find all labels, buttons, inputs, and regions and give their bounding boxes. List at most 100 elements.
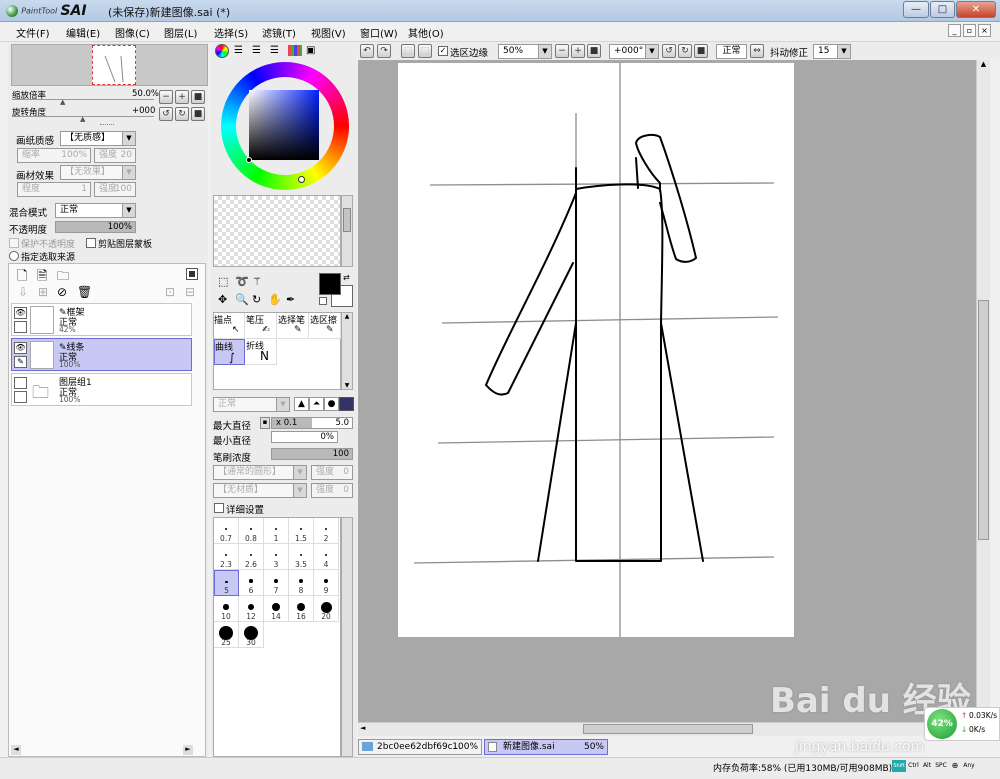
menu-edit[interactable]: 编辑(E) — [66, 25, 100, 40]
canvas-rotate-reset-icon[interactable]: ■ — [694, 44, 708, 58]
brush-size-cell[interactable]: 0.8 — [239, 518, 264, 544]
opacity-slider[interactable]: 100% — [55, 221, 136, 233]
color-scratchpad[interactable] — [213, 195, 341, 267]
apply-mask-icon[interactable]: ⊟ — [185, 285, 195, 299]
brush-size-cell[interactable]: 6 — [239, 570, 264, 596]
scratchpad-icon[interactable]: ▣ — [306, 45, 315, 56]
brush-size-cell[interactable]: 8 — [289, 570, 314, 596]
mixer-icon[interactable]: ☰ — [270, 45, 279, 56]
scroll-up-arrow[interactable]: ▲ — [977, 60, 990, 68]
brush-shape-dropdown[interactable]: 【通常的圆形】 ▼ — [213, 465, 307, 480]
rotate-tool-icon[interactable]: ↻ — [252, 293, 261, 306]
mdi-close-button[interactable]: × — [978, 24, 991, 37]
brush-size-cell[interactable]: 16 — [289, 596, 314, 622]
deselect-icon[interactable]: ⬚ — [401, 44, 415, 58]
clear-layer-icon[interactable]: ⊘ — [57, 285, 67, 299]
canvas-rotate-left-icon[interactable]: ↺ — [662, 44, 676, 58]
brush-size-cell[interactable]: 14 — [264, 596, 289, 622]
zoom-slider[interactable] — [12, 99, 154, 100]
zoom-in-icon[interactable]: + — [175, 90, 189, 104]
scratchpad-scrollbar[interactable] — [341, 195, 353, 267]
brush-size-cell[interactable]: 3.5 — [289, 544, 314, 570]
layer-panel-menu-icon[interactable] — [186, 268, 198, 280]
tool-curve[interactable]: 曲线 ∫ — [214, 339, 245, 365]
brush-size-cell[interactable]: 0.7 — [214, 518, 239, 544]
rotate-left-icon[interactable]: ↺ — [159, 107, 173, 121]
hue-ring[interactable] — [221, 62, 349, 190]
eye-icon[interactable]: 👁 — [14, 342, 27, 354]
magic-wand-icon[interactable]: ⚚ — [252, 275, 262, 288]
menu-file[interactable]: 文件(F) — [16, 25, 50, 40]
rgb-slider-icon[interactable]: ☰ — [234, 45, 243, 56]
invert-selection-icon[interactable]: ⬚ — [418, 44, 432, 58]
network-widget[interactable]: 42% ↑ 0.03K/s ↓ 0K/s — [924, 707, 1000, 741]
min-diameter-slider[interactable]: 0% — [271, 431, 338, 443]
brush-size-cell[interactable]: 2 — [314, 518, 339, 544]
canvas-zoom-in-icon[interactable]: + — [571, 44, 585, 58]
canvas-zoom-reset-icon[interactable]: ■ — [587, 44, 601, 58]
doc-tab-2[interactable]: 新建图像.sai 50% — [484, 739, 608, 755]
brush-size-cell[interactable]: 4 — [314, 544, 339, 570]
menu-select[interactable]: 选择(S) — [214, 25, 248, 40]
redo-icon[interactable]: ↷ — [377, 44, 391, 58]
rotate-slider-handle[interactable]: ▲ — [80, 115, 85, 123]
brush-edge-soft-icon[interactable]: ● — [324, 397, 339, 411]
brush-size-cell[interactable]: 3 — [264, 544, 289, 570]
brush-edge-flat-icon[interactable] — [339, 397, 354, 411]
brush-grid-scrollbar[interactable] — [341, 517, 353, 757]
layer-scroll-left[interactable]: ◄ — [11, 745, 21, 755]
brush-size-cell[interactable]: 7 — [264, 570, 289, 596]
brush-size-cell[interactable]: 20 — [314, 596, 339, 622]
detail-settings-checkbox[interactable] — [214, 503, 224, 513]
canvas-zoom-out-icon[interactable]: − — [555, 44, 569, 58]
brush-size-cell[interactable]: 1.5 — [289, 518, 314, 544]
brush-density-slider[interactable]: 100 — [271, 448, 353, 460]
minimize-button[interactable]: — — [903, 1, 929, 18]
sv-cursor[interactable] — [246, 157, 252, 163]
rect-select-icon[interactable]: ⬚ — [218, 275, 228, 288]
hand-icon[interactable]: ✋ — [268, 293, 282, 306]
brush-edge-hard-icon[interactable]: ▲ — [294, 397, 309, 411]
hue-cursor[interactable] — [298, 176, 305, 183]
layer-row-lines[interactable]: 👁 ✎ ✎线条 正常 100% — [11, 338, 192, 371]
drawing-canvas[interactable] — [398, 63, 794, 637]
tool-select-eraser[interactable]: 选区擦 ✎ — [310, 313, 341, 339]
paper-texture-dropdown[interactable]: 【无质感】 ▼ — [60, 131, 136, 146]
tool-mode-dropdown[interactable]: 正常 ▼ — [213, 397, 290, 412]
brush-size-cell[interactable]: 10 — [214, 596, 239, 622]
tool-polyline[interactable]: 折线 N — [246, 339, 277, 365]
menu-view[interactable]: 视图(V) — [311, 25, 346, 40]
layer-row-group[interactable]: 🗀 图层组1 正常 100% — [11, 373, 192, 406]
tool-pen-pressure-point[interactable]: 描点 ↖ — [214, 313, 245, 339]
visibility-toggle[interactable] — [14, 377, 27, 389]
layer-scroll-right[interactable]: ► — [183, 745, 193, 755]
scroll-left-arrow[interactable]: ◄ — [360, 724, 365, 732]
brush-size-cell[interactable]: 12 — [239, 596, 264, 622]
size-lock-icon[interactable]: ▪ — [260, 417, 270, 429]
canvas-zoom-dropdown[interactable]: 50% ▼ — [498, 44, 552, 59]
menu-layer[interactable]: 图层(L) — [164, 25, 197, 40]
effect-dropdown[interactable]: 【无效果】 ▼ — [60, 165, 136, 180]
canvas-angle-dropdown[interactable]: +000° ▼ — [609, 44, 659, 59]
swatch-icon[interactable] — [288, 45, 302, 56]
brush-size-cell[interactable]: 1 — [264, 518, 289, 544]
brush-size-cell[interactable]: 2.6 — [239, 544, 264, 570]
rotate-right-icon[interactable]: ↻ — [175, 107, 189, 121]
menu-window[interactable]: 窗口(W) — [360, 25, 398, 40]
zoom-slider-handle[interactable]: ▲ — [60, 98, 65, 106]
canvas-mode-button[interactable]: 正常 — [716, 44, 747, 59]
protect-opacity-checkbox[interactable] — [9, 238, 19, 248]
layer-row-frame[interactable]: 👁 ✎框架 正常 42% — [11, 303, 192, 336]
brush-size-cell[interactable]: 5 — [214, 570, 239, 596]
transfer-down-icon[interactable]: ⇩ — [18, 285, 28, 299]
hsv-slider-icon[interactable]: ☰ — [252, 45, 261, 56]
vertical-scroll-thumb[interactable] — [978, 300, 989, 540]
navigator-viewport[interactable] — [92, 45, 136, 85]
mdi-minimize-button[interactable]: _ — [948, 24, 961, 37]
eye-icon[interactable]: 👁 — [14, 307, 27, 319]
layer-lock-icon[interactable] — [14, 391, 27, 403]
close-button[interactable]: ✕ — [956, 1, 996, 18]
max-diameter-slider[interactable]: x 0.1 5.0 — [271, 417, 353, 429]
horizontal-scroll-thumb[interactable] — [583, 724, 753, 734]
swap-colors-icon[interactable]: ⇄ — [343, 273, 350, 282]
